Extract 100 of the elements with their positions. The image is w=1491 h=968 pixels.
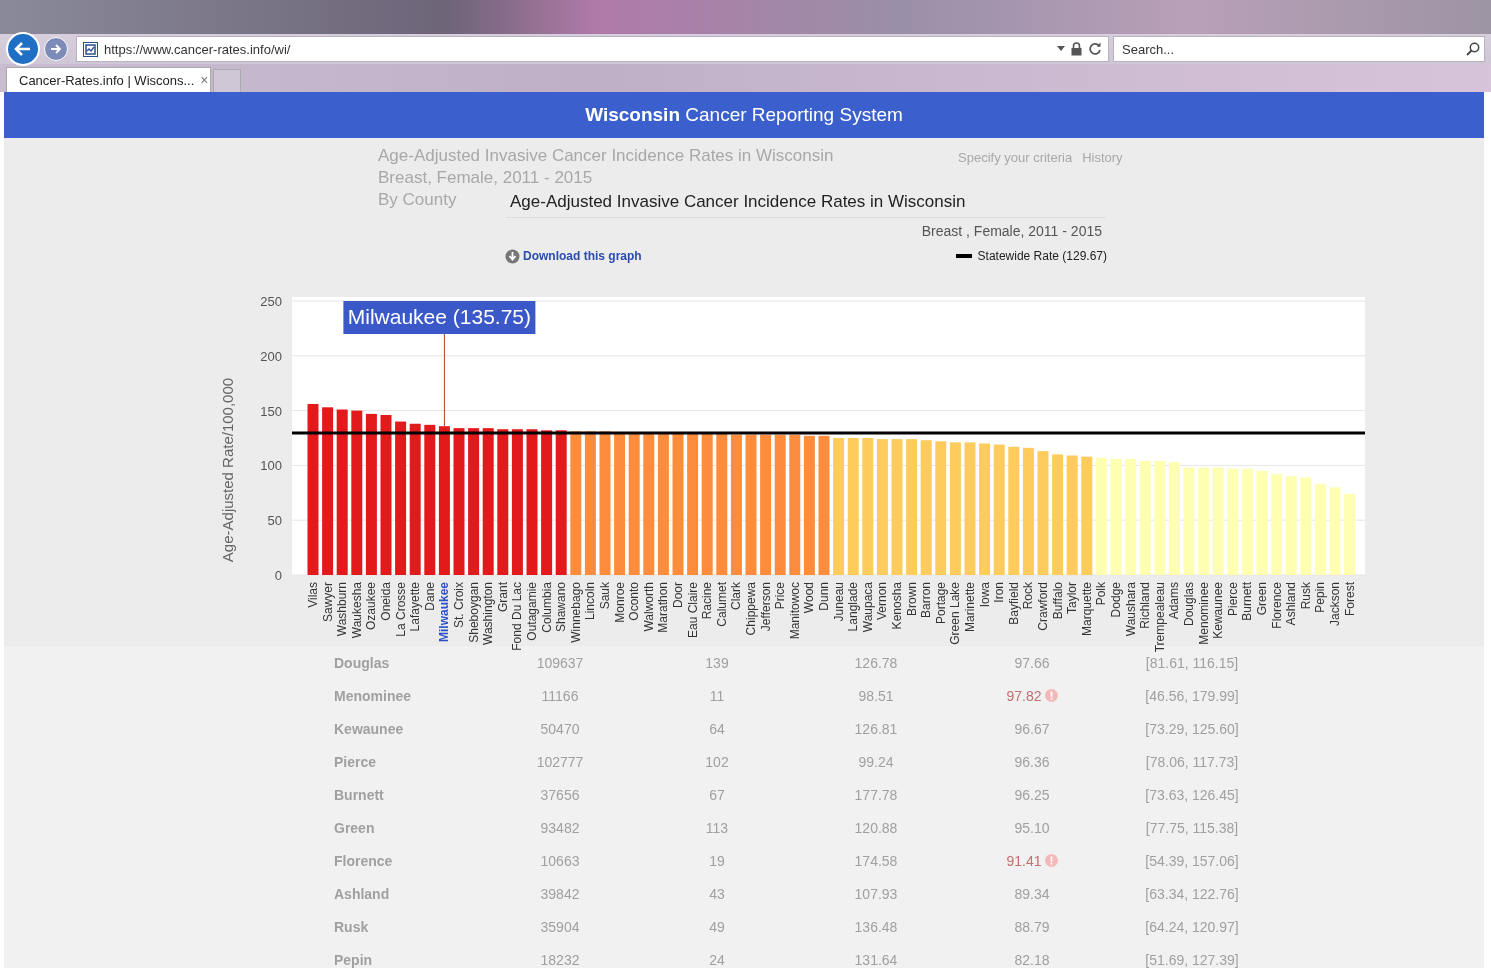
table-cell-text: Rusk — [334, 918, 370, 935]
table-cell-text: 93482 — [539, 819, 581, 836]
table-cell-text: Pierce — [334, 753, 378, 770]
forward-button[interactable] — [44, 37, 68, 61]
x-tick-label: Fond Du Lac — [510, 582, 525, 651]
table-cell: 91.41 — [1006, 852, 1042, 869]
table-cell-text: Green — [334, 819, 376, 836]
x-tick-label: Waukesha — [349, 582, 364, 639]
table-cell-text: 49 — [708, 918, 726, 935]
tab-close-button[interactable]: × — [200, 72, 209, 88]
refresh-icon[interactable] — [1088, 42, 1102, 56]
back-button[interactable] — [6, 32, 40, 66]
table-cell-text: 11166 — [540, 687, 580, 704]
annotation: Milwaukee (135.75) — [347, 305, 532, 328]
x-tick-label: Marathon — [656, 582, 671, 633]
table-cell-text: 96.36 — [1013, 753, 1051, 770]
x-tick-label: Monroe — [612, 582, 627, 623]
x-tick-label: Crawford — [1036, 582, 1050, 631]
table-cell-text: [64.24, 120.97] — [1144, 918, 1240, 935]
table-cell-text: [77.75, 115.38] — [1144, 819, 1240, 836]
table-cell-text: [73.63, 126.45] — [1144, 786, 1240, 803]
x-tick-label: Outagamie — [525, 582, 539, 641]
legend-label: Statewide Rate (129.67) — [977, 249, 1107, 263]
x-tick-label: Manitowoc — [787, 582, 802, 640]
table-cell-text: Kewaunee — [334, 720, 405, 737]
x-tick-label: Kenosha — [890, 582, 904, 630]
table-cell-text: 50470 — [539, 720, 581, 737]
download-icon — [505, 248, 520, 264]
x-tick-label: Ashland — [1284, 582, 1299, 626]
table-cell-text: 98.51 — [857, 687, 895, 704]
chart-subtitle: Breast , Female, 2011 - 2015 — [921, 222, 1102, 240]
x-tick-label: Adams — [1167, 582, 1182, 620]
x-tick-label: Taylor — [1065, 582, 1080, 614]
x-tick-label: Door — [671, 582, 685, 608]
x-tick-label: Jackson — [1328, 582, 1342, 627]
x-tick-label: Walworth — [641, 582, 656, 632]
browser-tab[interactable]: Cancer-Rates.info | Wiscons... × — [6, 67, 211, 92]
table-cell-text: 109637 — [535, 654, 585, 671]
table-cell-text: 177.78 — [853, 786, 899, 803]
x-tick-label: Shawano — [554, 582, 569, 633]
x-tick-label: Waushara — [1123, 582, 1138, 637]
search-box[interactable]: Search... — [1113, 36, 1485, 62]
search-field[interactable]: Search... — [1120, 40, 1466, 58]
x-tick-label: Rock — [1021, 582, 1036, 610]
y-tick-label: 0 — [274, 568, 282, 583]
x-tick-label: Ozaukee — [364, 582, 379, 631]
x-tick-label: Dunn — [817, 582, 831, 611]
table-cell-text: 126.78 — [853, 654, 899, 671]
x-tick-label: Langlade — [846, 582, 861, 632]
table-cell-text: [63.34, 122.76] — [1144, 885, 1240, 902]
page-heading: Breast, Female, 2011 - 2015 — [378, 168, 593, 188]
table-cell: 97.82 — [1006, 687, 1042, 704]
x-tick-label: La Crosse — [393, 582, 408, 637]
table-cell-text: 96.25 — [1013, 786, 1051, 803]
page-heading: Age-Adjusted Invasive Cancer Incidence Rates in Wisconsin — [378, 146, 834, 166]
x-tick-label: Dane — [422, 582, 437, 611]
x-tick-label: Sheboygan — [466, 582, 481, 643]
table-cell-text: 18232 — [539, 951, 581, 968]
x-tick-label: Sauk — [598, 582, 612, 610]
x-tick-label: Chippewa — [744, 582, 758, 636]
table-cell-text: 64 — [708, 720, 726, 737]
table-cell-text: 136.48 — [853, 918, 899, 935]
table-cell-text: 37656 — [539, 786, 581, 803]
x-tick-label: Milwaukee — [437, 582, 452, 643]
dropdown-caret-icon — [1057, 46, 1065, 52]
y-tick-label: 250 — [260, 294, 282, 309]
x-tick-label: Pierce — [1225, 582, 1240, 616]
x-tick-label: Richland — [1138, 582, 1153, 629]
address-field[interactable]: https://www.cancer-rates.info/wi/ — [76, 36, 1109, 62]
table-cell-text: 126.81 — [853, 720, 899, 737]
table-cell-text: Pepin — [334, 951, 374, 968]
table-cell-text: 113 — [704, 819, 730, 836]
x-tick-label: Buffalo — [1050, 582, 1065, 620]
x-tick-label: Wood — [802, 582, 817, 614]
x-tick-label: Oneida — [379, 582, 393, 621]
download-graph-link[interactable]: Download this graph — [505, 248, 642, 264]
forward-arrow-icon — [50, 43, 62, 55]
back-arrow-icon — [14, 40, 32, 58]
x-tick-label: Jefferson — [758, 582, 773, 632]
table-cell-text: 24 — [708, 951, 726, 968]
x-tick-label: Racine — [700, 582, 715, 620]
x-tick-label: Douglas — [1182, 582, 1196, 627]
x-tick-label: Winnebago — [568, 582, 583, 643]
search-icon[interactable] — [1466, 42, 1480, 56]
table-cell-text: 35904 — [539, 918, 581, 935]
x-tick-label: Green Lake — [948, 582, 963, 645]
x-tick-label: Burnett — [1240, 582, 1255, 621]
x-tick-label: Green — [1255, 582, 1269, 616]
table-cell-text: 102777 — [535, 753, 585, 770]
x-tick-label: Kewaunee — [1211, 582, 1226, 639]
x-tick-label: Brown — [904, 582, 919, 616]
table-cell-text: [51.69, 127.39] — [1144, 951, 1240, 968]
table-cell-text: [54.39, 157.06] — [1144, 852, 1240, 869]
x-tick-label: Iron — [992, 582, 1007, 603]
table-cell-text: [46.56, 179.99] — [1144, 687, 1240, 704]
x-tick-label: Pepin — [1313, 582, 1328, 613]
table-cell-text: 107.93 — [853, 885, 899, 902]
table-cell-text: 43 — [708, 885, 726, 902]
table-cell-text: 89.34 — [1013, 885, 1051, 902]
site-title: Wisconsin Cancer Reporting System — [585, 104, 903, 126]
